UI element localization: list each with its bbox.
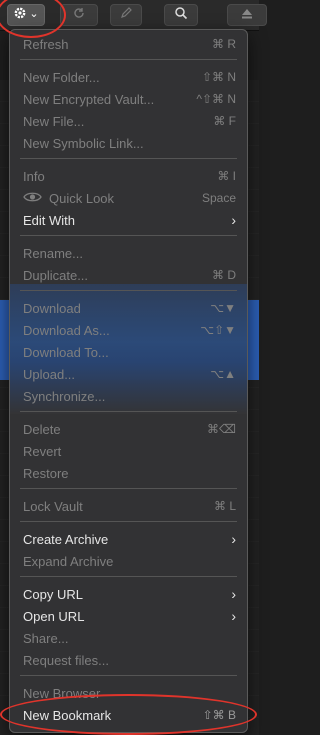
menu-item-shortcut: ^⇧⌘ N xyxy=(196,92,236,106)
menu-item-label: Synchronize... xyxy=(23,388,106,404)
menu-item-open-url[interactable]: Open URL › xyxy=(10,605,247,627)
menu-item-shortcut: ⌥⇧▼ xyxy=(200,323,236,337)
menu-item-label: Expand Archive xyxy=(23,553,114,569)
menu-item-label: Download As... xyxy=(23,322,110,338)
menu-item-refresh[interactable]: Refresh ⌘ R xyxy=(10,33,247,55)
menu-item-new-file[interactable]: New File... ⌘ F xyxy=(10,110,247,132)
search-icon xyxy=(174,6,188,25)
menu-item-download-to[interactable]: Download To... xyxy=(10,341,247,363)
menu-item-new-symbolic-link[interactable]: New Symbolic Link... xyxy=(10,132,247,154)
menu-item-shortcut: ⌘ I xyxy=(217,169,236,183)
menu-item-label: Open URL xyxy=(23,608,85,624)
menu-item-label: Duplicate... xyxy=(23,267,89,283)
menu-item-delete[interactable]: Delete ⌘⌫ xyxy=(10,418,247,440)
annotation-circle-new-bookmark xyxy=(0,694,257,735)
menu-item-label: New File... xyxy=(23,113,85,129)
search-button[interactable] xyxy=(164,4,198,26)
chevron-right-icon: › xyxy=(231,531,236,547)
menu-item-label: Download To... xyxy=(23,344,109,360)
menu-item-copy-url[interactable]: Copy URL › xyxy=(10,583,247,605)
menu-separator xyxy=(20,235,237,236)
menu-item-shortcut: ⌘⌫ xyxy=(207,422,236,436)
menu-item-label: Download xyxy=(23,300,81,316)
menu-item-upload[interactable]: Upload... ⌥▲ xyxy=(10,363,247,385)
menu-item-download-as[interactable]: Download As... ⌥⇧▼ xyxy=(10,319,247,341)
menu-item-duplicate[interactable]: Duplicate... ⌘ D xyxy=(10,264,247,286)
menu-item-label: Restore xyxy=(23,465,69,481)
menu-item-rename[interactable]: Rename... xyxy=(10,242,247,264)
menu-item-new-folder[interactable]: New Folder... ⇧⌘ N xyxy=(10,66,247,88)
menu-separator xyxy=(20,158,237,159)
menu-item-restore[interactable]: Restore xyxy=(10,462,247,484)
menu-item-synchronize[interactable]: Synchronize... xyxy=(10,385,247,407)
menu-item-request-files[interactable]: Request files... xyxy=(10,649,247,671)
menu-item-label: Rename... xyxy=(23,245,83,261)
menu-item-quick-look[interactable]: Quick Look Space xyxy=(10,187,247,209)
menu-item-label: Copy URL xyxy=(23,586,83,602)
menu-item-label: Info xyxy=(23,168,45,184)
chevron-right-icon: › xyxy=(231,212,236,228)
menu-separator xyxy=(20,290,237,291)
menu-item-label: Lock Vault xyxy=(23,498,83,514)
refresh-icon xyxy=(72,6,86,25)
menu-item-shortcut: Space xyxy=(201,191,236,205)
menu-separator xyxy=(20,411,237,412)
menu-item-shortcut: ⌘ F xyxy=(213,114,236,128)
menu-item-label: Refresh xyxy=(23,36,69,52)
menu-item-share[interactable]: Share... xyxy=(10,627,247,649)
chevron-right-icon: › xyxy=(231,586,236,602)
menu-item-revert[interactable]: Revert xyxy=(10,440,247,462)
action-context-menu: Refresh ⌘ R New Folder... ⇧⌘ N New Encry… xyxy=(9,29,248,733)
eject-button[interactable] xyxy=(227,4,267,26)
menu-item-shortcut: ⌥▲ xyxy=(210,367,236,381)
menu-item-shortcut: ⌘ R xyxy=(212,37,236,51)
menu-separator xyxy=(20,488,237,489)
menu-item-label: Upload... xyxy=(23,366,76,382)
menu-item-label: Delete xyxy=(23,421,61,437)
menu-separator xyxy=(20,521,237,522)
eject-icon xyxy=(239,6,255,25)
menu-item-expand-archive[interactable]: Expand Archive xyxy=(10,550,247,572)
menu-item-label: Share... xyxy=(23,630,69,646)
menu-item-shortcut: ⌘ D xyxy=(212,268,236,282)
menu-item-create-archive[interactable]: Create Archive › xyxy=(10,528,247,550)
edit-button[interactable] xyxy=(110,4,142,26)
menu-item-lock-vault[interactable]: Lock Vault ⌘ L xyxy=(10,495,247,517)
menu-item-new-encrypted-vault[interactable]: New Encrypted Vault... ^⇧⌘ N xyxy=(10,88,247,110)
menu-item-info[interactable]: Info ⌘ I xyxy=(10,165,247,187)
chevron-right-icon: › xyxy=(231,608,236,624)
menu-item-download[interactable]: Download ⌥▼ xyxy=(10,297,247,319)
menu-item-label: New Encrypted Vault... xyxy=(23,91,155,107)
menu-item-label: Revert xyxy=(23,443,62,459)
menu-item-label: Edit With xyxy=(23,212,76,228)
pencil-icon xyxy=(119,6,133,25)
menu-item-shortcut: ⌘ L xyxy=(213,499,236,513)
menu-item-edit-with[interactable]: Edit With › xyxy=(10,209,247,231)
menu-item-label: Create Archive xyxy=(23,531,109,547)
menu-item-shortcut: ⌥▼ xyxy=(210,301,236,315)
menu-separator xyxy=(20,675,237,676)
menu-item-label: New Symbolic Link... xyxy=(23,135,144,151)
menu-separator xyxy=(20,59,237,60)
menu-item-label: Request files... xyxy=(23,652,109,668)
menu-separator xyxy=(20,576,237,577)
eye-icon xyxy=(23,191,42,206)
menu-item-label: Quick Look xyxy=(49,190,115,206)
menu-item-shortcut: ⇧⌘ N xyxy=(201,70,236,84)
menu-item-label: New Folder... xyxy=(23,69,100,85)
